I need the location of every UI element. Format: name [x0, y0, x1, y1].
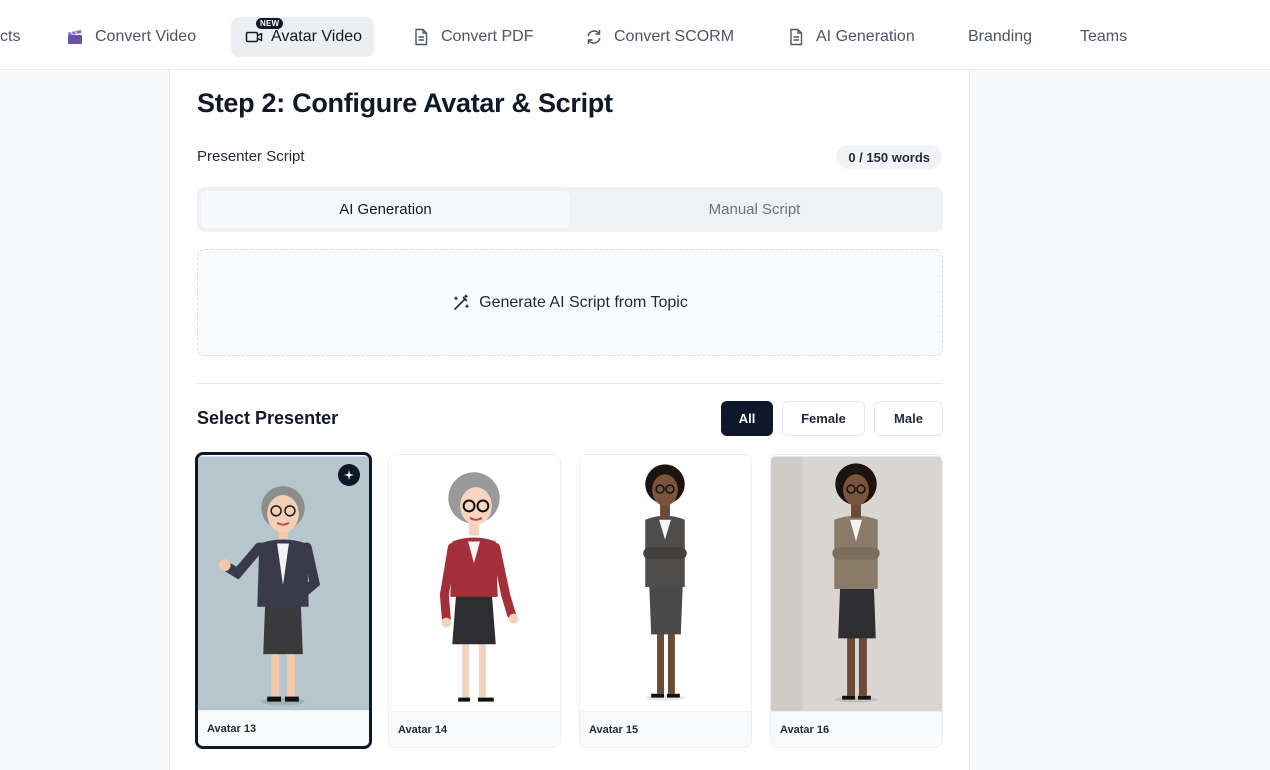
nav-item-teams[interactable]: Teams — [1080, 17, 1127, 57]
script-mode-tabs: AI Generation Manual Script — [197, 187, 943, 232]
nav-item-projects[interactable]: cts — [0, 17, 20, 57]
nav-item-avatar-video[interactable]: NEW Avatar Video — [231, 17, 375, 57]
section-title: Select Presenter — [197, 408, 339, 428]
nav-item-convert-video[interactable]: Convert Video — [66, 17, 196, 57]
avatar-image — [198, 456, 369, 712]
sparkle-icon — [338, 464, 360, 486]
document-icon — [412, 28, 430, 46]
magic-wand-icon — [452, 293, 470, 312]
nav-item-ai-generation[interactable]: AI Generation — [787, 17, 915, 57]
tab-manual-script[interactable]: Manual Script — [570, 191, 939, 228]
avatar-name: Avatar 14 — [389, 711, 560, 747]
section-divider — [197, 383, 943, 384]
filter-all-button[interactable]: All — [721, 401, 773, 436]
document-icon — [787, 28, 805, 46]
filter-male-button[interactable]: Male — [874, 401, 943, 436]
nav-item-label: Teams — [1080, 28, 1128, 45]
clapperboard-icon — [66, 28, 84, 46]
nav-item-label: AI Generation — [816, 28, 915, 45]
generate-ai-script-button[interactable]: Generate AI Script from Topic — [197, 249, 943, 356]
avatar-card[interactable]: Avatar 14 — [388, 454, 561, 748]
nav-item-label: Convert PDF — [441, 28, 534, 45]
configure-card: Step 2: Configure Avatar & Script Presen… — [169, 70, 970, 770]
video-camera-icon — [245, 28, 263, 46]
top-nav: cts Convert Video NEW Avatar Video Conve… — [0, 0, 1270, 70]
page-title: Step 2: Configure Avatar & Script — [197, 88, 613, 118]
filter-female-button[interactable]: Female — [782, 401, 865, 436]
avatar-image — [580, 456, 751, 712]
avatar-name: Avatar 13 — [198, 710, 369, 746]
nav-item-label: Convert SCORM — [614, 28, 735, 45]
avatar-card[interactable]: Avatar 15 — [579, 454, 752, 748]
nav-item-label: Convert Video — [95, 28, 197, 45]
nav-item-convert-scorm[interactable]: Convert SCORM — [585, 17, 734, 57]
word-count-badge: 0 / 150 words — [836, 145, 942, 169]
new-badge: NEW — [256, 18, 284, 29]
avatar-name: Avatar 16 — [771, 711, 942, 747]
avatar-image — [771, 456, 942, 712]
tab-ai-generation[interactable]: AI Generation — [201, 191, 570, 228]
avatar-card[interactable]: Avatar 13 — [195, 452, 372, 749]
avatar-card[interactable]: Avatar 16 — [770, 454, 943, 748]
generate-button-label: Generate AI Script from Topic — [479, 293, 688, 311]
refresh-icon — [585, 28, 603, 46]
nav-item-label: cts — [0, 28, 21, 45]
avatar-image — [389, 456, 560, 712]
nav-item-label: Avatar Video — [271, 28, 363, 45]
nav-item-convert-pdf[interactable]: Convert PDF — [412, 17, 533, 57]
avatar-name: Avatar 15 — [580, 711, 751, 747]
script-label: Presenter Script — [197, 148, 305, 165]
nav-item-branding[interactable]: Branding — [968, 17, 1032, 57]
nav-item-label: Branding — [968, 28, 1033, 45]
